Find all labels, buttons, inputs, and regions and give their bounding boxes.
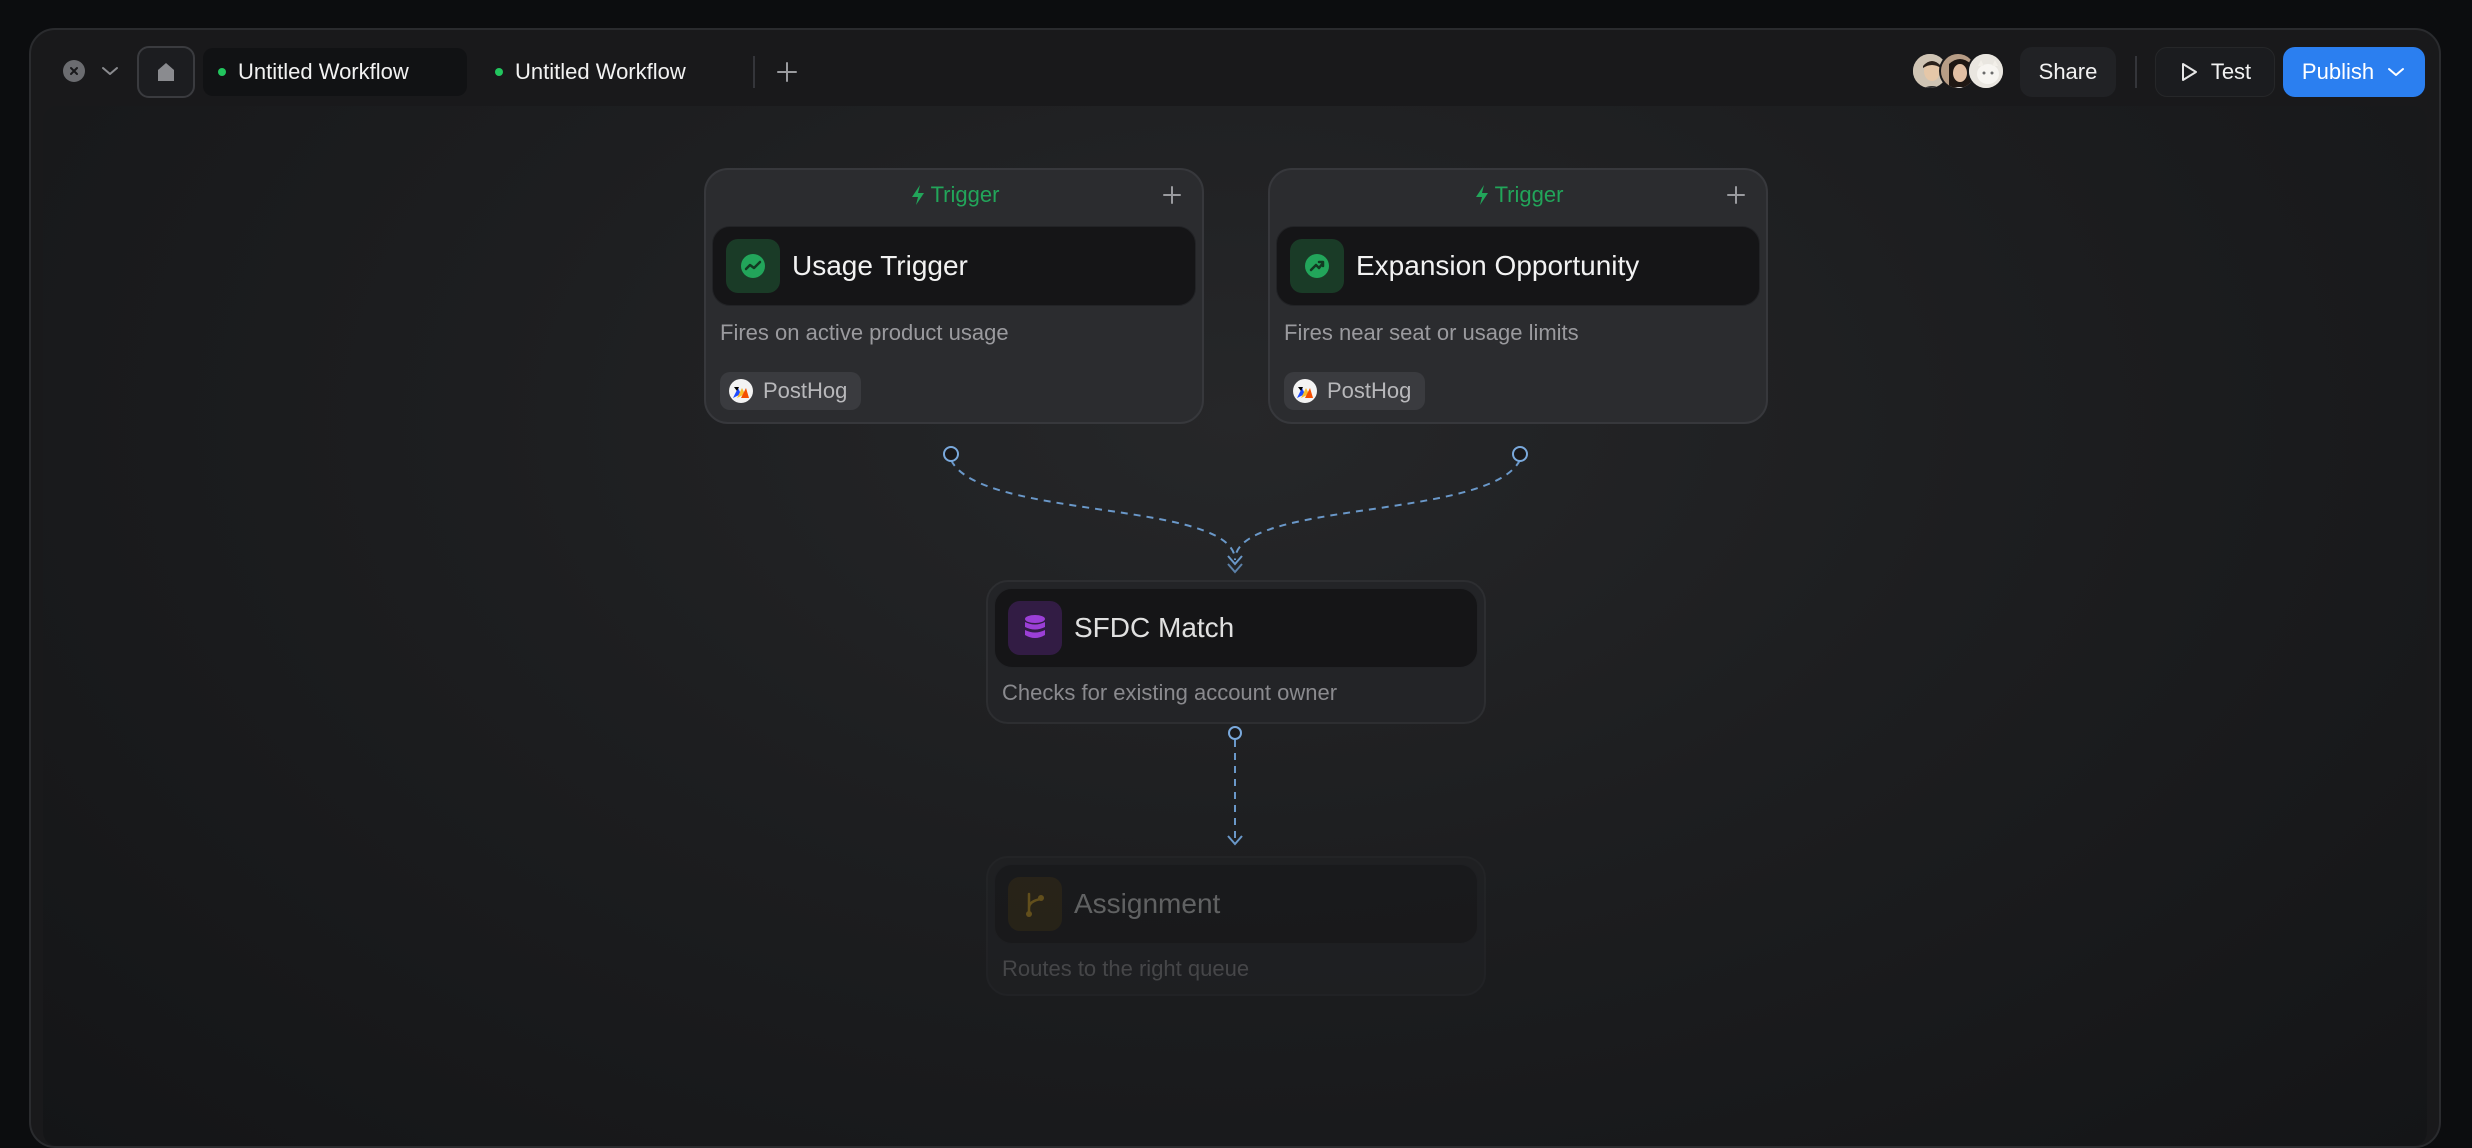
home-button[interactable] xyxy=(137,46,195,98)
trigger-header: Trigger xyxy=(706,170,1202,220)
publish-label: Publish xyxy=(2301,59,2375,84)
plus-icon xyxy=(777,62,797,82)
share-button[interactable]: Share xyxy=(2020,47,2116,97)
usage-trigger-node[interactable]: Trigger Usage Trigger Fires on active pr… xyxy=(704,168,1204,424)
plus-icon xyxy=(1727,186,1745,204)
posthog-logo-icon xyxy=(729,379,753,403)
node-description: Routes to the right queue xyxy=(1002,956,1250,981)
status-dot xyxy=(218,68,226,76)
node-title: SFDC Match xyxy=(1074,612,1235,643)
close-icon xyxy=(70,67,78,75)
trigger-label: Trigger xyxy=(1494,182,1564,207)
publish-button[interactable]: Publish xyxy=(2283,47,2425,97)
add-trigger-button[interactable] xyxy=(1160,183,1184,207)
chevron-down-icon xyxy=(2388,68,2405,76)
assignment-node[interactable]: Assignment Routes to the right queue xyxy=(986,856,1486,996)
chevron-down-icon xyxy=(102,67,118,75)
tab-label: Untitled Workflow xyxy=(515,59,686,84)
integration-chip[interactable]: PostHog xyxy=(1284,372,1426,410)
posthog-logo-icon xyxy=(1293,379,1317,403)
integration-name: PostHog xyxy=(763,378,848,403)
node-title: Expansion Opportunity xyxy=(1356,250,1640,281)
test-button[interactable]: Test xyxy=(2155,47,2275,97)
divider xyxy=(2135,56,2137,88)
growth-icon xyxy=(1290,239,1344,293)
status-dot xyxy=(495,68,503,76)
node-card[interactable]: Usage Trigger xyxy=(712,226,1196,306)
bolt-icon xyxy=(911,185,924,205)
database-icon xyxy=(1008,601,1062,655)
tab-workflow-1[interactable]: Untitled Workflow xyxy=(203,48,467,96)
expansion-opportunity-node[interactable]: Trigger Expansion Opportunity Fires near… xyxy=(1268,168,1768,424)
node-description: Checks for existing account owner xyxy=(1002,680,1338,705)
node-title: Assignment xyxy=(1074,888,1221,919)
bolt-icon xyxy=(1475,185,1488,205)
test-label: Test xyxy=(2210,59,2252,84)
node-description: Fires on active product usage xyxy=(720,320,1009,345)
tab-workflow-2[interactable]: Untitled Workflow xyxy=(480,48,740,96)
trigger-label: Trigger xyxy=(930,182,1000,207)
node-card[interactable]: SFDC Match xyxy=(994,588,1478,668)
window-menu-button[interactable] xyxy=(99,60,121,82)
trigger-header: Trigger xyxy=(1270,170,1766,220)
avatar[interactable] xyxy=(1967,52,2005,90)
share-label: Share xyxy=(2038,59,2098,84)
branch-icon xyxy=(1008,877,1062,931)
trend-icon xyxy=(726,239,780,293)
plus-icon xyxy=(1163,186,1181,204)
node-description: Fires near seat or usage limits xyxy=(1284,320,1579,345)
divider xyxy=(753,56,755,88)
add-trigger-button[interactable] xyxy=(1724,183,1748,207)
node-title: Usage Trigger xyxy=(792,250,968,281)
integration-name: PostHog xyxy=(1327,378,1412,403)
tab-label: Untitled Workflow xyxy=(238,59,409,84)
close-window-button[interactable] xyxy=(63,60,85,82)
home-icon xyxy=(158,63,174,81)
node-card[interactable]: Assignment xyxy=(994,864,1478,944)
top-bar: Untitled Workflow Untitled Workflow Shar… xyxy=(31,30,2439,106)
play-icon xyxy=(2181,63,2197,81)
user-avatar-icon xyxy=(1969,54,2003,88)
integration-chip[interactable]: PostHog xyxy=(720,372,862,410)
node-card[interactable]: Expansion Opportunity xyxy=(1276,226,1760,306)
sfdc-match-node[interactable]: SFDC Match Checks for existing account o… xyxy=(986,580,1486,724)
add-tab-button[interactable] xyxy=(771,56,803,88)
